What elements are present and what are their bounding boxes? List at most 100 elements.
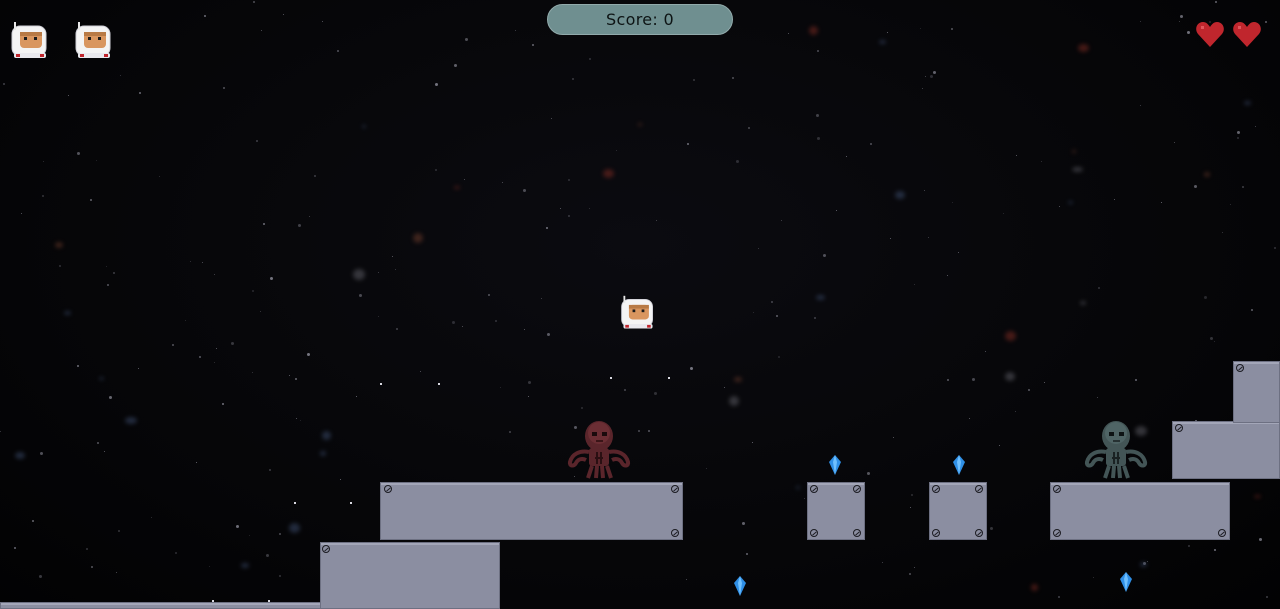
bolt <box>671 529 679 537</box>
star <box>914 567 915 568</box>
star <box>509 431 511 433</box>
star <box>654 392 657 395</box>
star <box>753 312 754 313</box>
star <box>687 143 689 145</box>
star <box>523 189 526 192</box>
star <box>515 30 516 31</box>
astronaut-player-icon[interactable] <box>618 294 658 334</box>
star <box>309 216 310 217</box>
star <box>97 442 99 444</box>
star <box>1180 15 1183 18</box>
star <box>314 175 316 177</box>
heart-icon <box>1233 22 1261 47</box>
star <box>209 566 210 567</box>
nebula-dust <box>809 26 818 35</box>
nebula-dust <box>99 377 104 380</box>
star <box>846 156 847 157</box>
blue-crystal-icon[interactable] <box>1119 572 1133 592</box>
star <box>547 333 550 336</box>
star <box>1266 596 1268 598</box>
star <box>686 579 687 580</box>
blue-crystal-icon[interactable] <box>952 455 966 475</box>
star <box>1028 389 1030 391</box>
score-label: Score: <box>606 10 659 29</box>
star <box>337 50 339 52</box>
alien-octopus-icon[interactable] <box>1083 418 1149 480</box>
star <box>1179 21 1180 22</box>
star <box>263 223 265 225</box>
star <box>1242 186 1244 188</box>
alien-octopus-icon[interactable] <box>566 418 632 480</box>
star <box>252 372 253 373</box>
bolt <box>1053 529 1061 537</box>
bolt <box>932 529 940 537</box>
star <box>340 479 341 480</box>
star <box>322 21 323 22</box>
star <box>190 261 191 262</box>
star <box>887 32 888 33</box>
nebula-dust <box>1068 201 1073 204</box>
star <box>253 1 255 3</box>
star <box>107 284 109 286</box>
nebula-dust <box>241 563 249 568</box>
star <box>32 520 34 522</box>
star <box>283 14 284 15</box>
star <box>216 348 217 349</box>
nebula-dust <box>413 233 423 243</box>
bolt <box>1218 529 1226 537</box>
star <box>91 566 93 568</box>
star <box>910 507 911 508</box>
star <box>104 451 105 452</box>
star <box>1255 126 1256 127</box>
star <box>175 552 177 554</box>
star <box>1161 202 1162 203</box>
star <box>138 368 139 369</box>
game-scene[interactable]: Score: 0 <box>0 0 1280 609</box>
star <box>359 294 362 297</box>
nebula-dust <box>125 417 137 424</box>
star <box>890 238 891 239</box>
nebula-dust <box>796 486 800 489</box>
star <box>435 169 437 171</box>
heart-icon <box>1196 22 1224 47</box>
star <box>951 28 953 30</box>
blue-crystal-icon[interactable] <box>828 455 842 475</box>
blue-crystal-icon[interactable] <box>733 576 747 596</box>
star <box>914 284 915 285</box>
nebula-dust <box>1254 495 1261 498</box>
astronaut-life-icon <box>75 22 111 58</box>
nebula-dust <box>816 295 825 300</box>
star <box>249 535 250 536</box>
star <box>151 517 152 518</box>
star <box>930 75 933 78</box>
star <box>279 533 281 535</box>
star <box>1147 561 1148 562</box>
star <box>298 224 301 227</box>
star <box>947 379 949 381</box>
star <box>528 396 529 397</box>
star <box>693 79 695 81</box>
star <box>1204 296 1207 299</box>
score-value: 0 <box>663 10 674 29</box>
star <box>214 274 215 275</box>
star <box>748 127 750 129</box>
star <box>378 272 379 273</box>
star <box>690 367 693 370</box>
nebula-dust <box>362 125 366 128</box>
star <box>823 254 826 257</box>
star <box>1114 199 1115 200</box>
nebula-dust <box>64 311 71 315</box>
star <box>776 315 778 317</box>
sparkle <box>268 600 270 602</box>
star <box>920 28 921 29</box>
star <box>14 547 16 549</box>
star <box>39 575 42 578</box>
star <box>236 525 239 528</box>
star <box>788 33 789 34</box>
star <box>1210 337 1213 340</box>
nebula-dust <box>1078 44 1089 52</box>
star <box>947 275 948 276</box>
star <box>656 220 657 221</box>
star <box>969 418 970 419</box>
star <box>624 389 626 391</box>
